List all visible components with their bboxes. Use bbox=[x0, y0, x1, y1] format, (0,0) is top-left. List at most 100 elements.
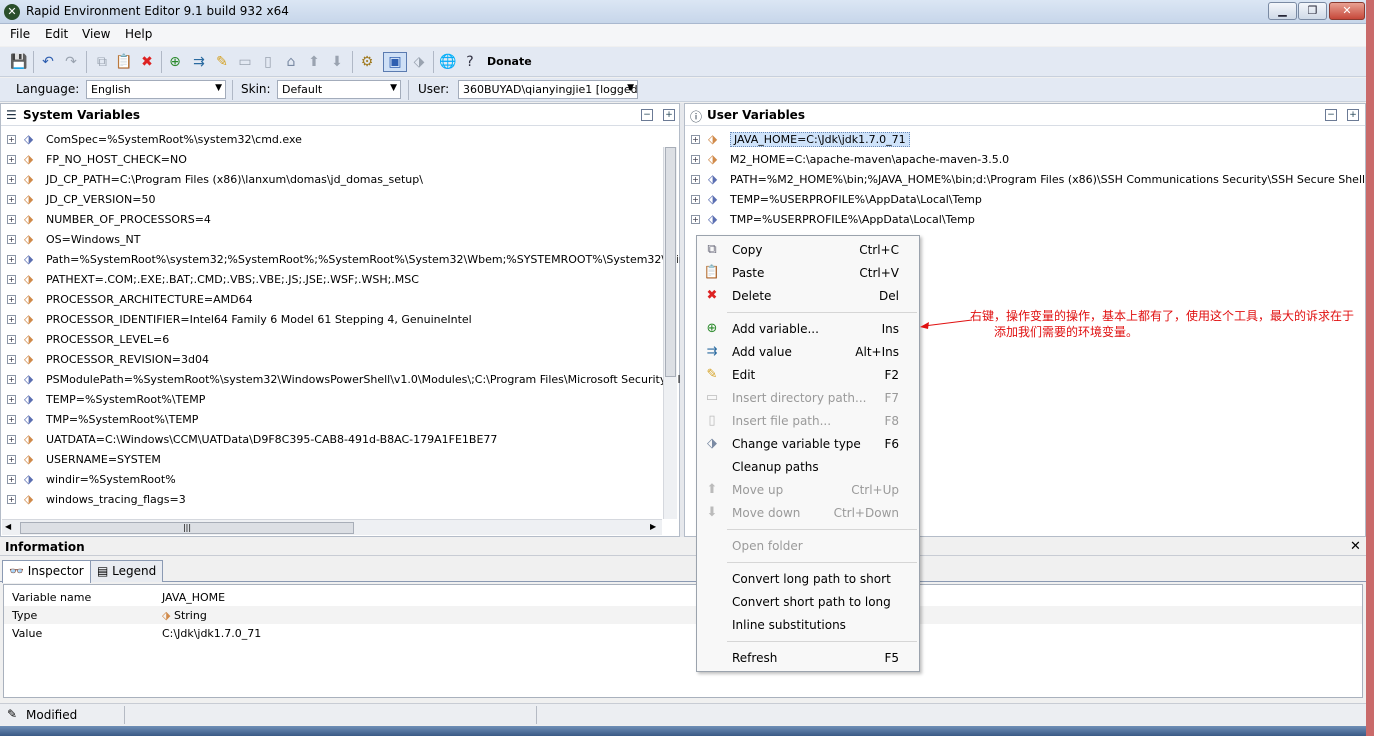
variable-row[interactable]: + ⬗ FP_NO_HOST_CHECK=NO bbox=[1, 150, 661, 170]
menu-item-inline-substitutions[interactable]: Inline substitutions bbox=[697, 614, 919, 637]
menu-item-insert-directory-path[interactable]: ▭ Insert directory path... F7 bbox=[697, 387, 919, 410]
menu-item-add-value[interactable]: ⇉ Add value Alt+Ins bbox=[697, 341, 919, 364]
close-icon[interactable]: ✕ bbox=[1350, 539, 1361, 554]
add-variable-icon[interactable]: ⊕ bbox=[165, 52, 185, 72]
label-icon[interactable]: ⬗ bbox=[409, 52, 429, 72]
arrow-up-icon[interactable]: ⬆ bbox=[304, 52, 324, 72]
menu-file[interactable]: File bbox=[10, 27, 30, 41]
scroll-right-icon[interactable]: ▶ bbox=[650, 522, 656, 531]
menu-view[interactable]: View bbox=[82, 27, 110, 41]
variable-row[interactable]: + ⬗ windir=%SystemRoot% bbox=[1, 470, 661, 490]
help-icon[interactable]: ? bbox=[460, 52, 480, 72]
scrollbar-thumb[interactable] bbox=[665, 147, 676, 377]
expand-icon[interactable]: + bbox=[7, 155, 16, 164]
expand-icon[interactable]: + bbox=[7, 455, 16, 464]
tag-icon[interactable]: ⌂ bbox=[281, 52, 301, 72]
expand-icon[interactable]: + bbox=[7, 435, 16, 444]
expand-icon[interactable]: + bbox=[691, 215, 700, 224]
variable-row[interactable]: + ⬗ OS=Windows_NT bbox=[1, 230, 661, 250]
expand-icon[interactable]: + bbox=[7, 255, 16, 264]
undo-icon[interactable]: ↶ bbox=[38, 52, 58, 72]
skin-select[interactable]: Default ▼ bbox=[277, 80, 401, 99]
gear-icon[interactable]: ⚙ bbox=[357, 52, 377, 72]
menu-item-paste[interactable]: 📋 Paste Ctrl+V bbox=[697, 262, 919, 285]
folder-icon[interactable]: ▭ bbox=[235, 52, 255, 72]
expand-icon[interactable]: + bbox=[7, 495, 16, 504]
expand-icon[interactable]: + bbox=[7, 395, 16, 404]
redo-icon[interactable]: ↷ bbox=[61, 52, 81, 72]
variable-row[interactable]: + ⬗ windows_tracing_flags=3 bbox=[1, 490, 661, 510]
variable-row[interactable]: + ⬗ PROCESSOR_LEVEL=6 bbox=[1, 330, 661, 350]
expand-icon[interactable]: + bbox=[7, 375, 16, 384]
menu-item-convert-long-path-to-short[interactable]: Convert long path to short bbox=[697, 568, 919, 591]
variable-row[interactable]: + ⬗ PROCESSOR_ARCHITECTURE=AMD64 bbox=[1, 290, 661, 310]
expand-icon[interactable]: + bbox=[7, 475, 16, 484]
variable-row[interactable]: + ⬗ UATDATA=C:\Windows\CCM\UATData\D9F8C39… bbox=[1, 430, 661, 450]
variable-row[interactable]: + ⬗ PATHEXT=.COM;.EXE;.BAT;.CMD;.VBS;.VBE;… bbox=[1, 270, 661, 290]
expand-icon[interactable]: + bbox=[7, 355, 16, 364]
expand-icon[interactable]: + bbox=[691, 135, 700, 144]
arrow-down-icon[interactable]: ⬇ bbox=[327, 52, 347, 72]
menu-item-refresh[interactable]: Refresh F5 bbox=[697, 647, 919, 670]
collapse-all-button[interactable]: − bbox=[641, 109, 653, 121]
expand-icon[interactable]: + bbox=[691, 155, 700, 164]
scroll-left-icon[interactable]: ◀ bbox=[5, 522, 11, 531]
expand-all-button[interactable]: + bbox=[1347, 109, 1359, 121]
menu-item-edit[interactable]: ✎ Edit F2 bbox=[697, 364, 919, 387]
variable-row[interactable]: + ⬗ TEMP=%SystemRoot%\TEMP bbox=[1, 390, 661, 410]
user-select[interactable]: 360BUYAD\qianyingjie1 [logged i ▼ bbox=[458, 80, 638, 99]
minimize-button[interactable]: ▁ bbox=[1268, 2, 1297, 20]
horizontal-scrollbar[interactable]: ◀ ||| ▶ bbox=[2, 519, 662, 535]
add-value-icon[interactable]: ⇉ bbox=[189, 52, 209, 72]
variable-row[interactable]: + ⬗ PSModulePath=%SystemRoot%\system32\Win… bbox=[1, 370, 739, 390]
variable-row[interactable]: + ⬗ PROCESSOR_REVISION=3d04 bbox=[1, 350, 661, 370]
expand-all-button[interactable]: + bbox=[663, 109, 675, 121]
variable-row[interactable]: + ⬗ JAVA_HOME=C:\Jdk\jdk1.7.0_71 bbox=[685, 130, 1355, 150]
menu-help[interactable]: Help bbox=[125, 27, 152, 41]
paste-icon[interactable]: 📋 bbox=[114, 52, 134, 72]
variable-row[interactable]: + ⬗ PATH=%M2_HOME%\bin;%JAVA_HOME%\bin;d:\… bbox=[685, 170, 1365, 190]
variable-row[interactable]: + ⬗ TEMP=%USERPROFILE%\AppData\Local\Temp bbox=[685, 190, 1355, 210]
web-icon[interactable]: 🌐 bbox=[438, 52, 458, 72]
variable-row[interactable]: + ⬗ PROCESSOR_IDENTIFIER=Intel64 Family 6 … bbox=[1, 310, 661, 330]
scrollbar-thumb[interactable]: ||| bbox=[20, 522, 354, 534]
menu-item-copy[interactable]: ⧉ Copy Ctrl+C bbox=[697, 239, 919, 262]
expand-icon[interactable]: + bbox=[7, 275, 16, 284]
menu-item-open-folder[interactable]: Open folder bbox=[697, 535, 919, 558]
menu-edit[interactable]: Edit bbox=[45, 27, 68, 41]
expand-icon[interactable]: + bbox=[7, 195, 16, 204]
expand-icon[interactable]: + bbox=[691, 195, 700, 204]
expand-icon[interactable]: + bbox=[7, 215, 16, 224]
menu-item-insert-file-path[interactable]: ▯ Insert file path... F8 bbox=[697, 410, 919, 433]
menu-item-move-down[interactable]: ⬇ Move down Ctrl+Down bbox=[697, 502, 919, 525]
expand-icon[interactable]: + bbox=[7, 235, 16, 244]
expand-icon[interactable]: + bbox=[7, 335, 16, 344]
variable-row[interactable]: + ⬗ TMP=%SystemRoot%\TEMP bbox=[1, 410, 661, 430]
variable-row[interactable]: + ⬗ ComSpec=%SystemRoot%\system32\cmd.exe bbox=[1, 130, 661, 150]
menu-item-move-up[interactable]: ⬆ Move up Ctrl+Up bbox=[697, 479, 919, 502]
donate-button[interactable]: Donate bbox=[487, 55, 532, 68]
menu-item-convert-short-path-to-long[interactable]: Convert short path to long bbox=[697, 591, 919, 614]
maximize-button[interactable]: ❐ bbox=[1298, 2, 1327, 20]
expand-icon[interactable]: + bbox=[7, 315, 16, 324]
file-icon[interactable]: ▯ bbox=[258, 52, 278, 72]
variable-row[interactable]: + ⬗ JD_CP_VERSION=50 bbox=[1, 190, 661, 210]
variable-row[interactable]: + ⬗ JD_CP_PATH=C:\Program Files (x86)\lanx… bbox=[1, 170, 661, 190]
save-icon[interactable]: 💾 bbox=[9, 52, 29, 72]
menu-item-change-variable-type[interactable]: ⬗ Change variable type F6 bbox=[697, 433, 919, 456]
variable-row[interactable]: + ⬗ NUMBER_OF_PROCESSORS=4 bbox=[1, 210, 661, 230]
variable-row[interactable]: + ⬗ USERNAME=SYSTEM bbox=[1, 450, 661, 470]
expand-icon[interactable]: + bbox=[7, 415, 16, 424]
expand-icon[interactable]: + bbox=[7, 135, 16, 144]
menu-item-add-variable[interactable]: ⊕ Add variable... Ins bbox=[697, 318, 919, 341]
close-window-button[interactable]: ✕ bbox=[1329, 2, 1365, 20]
variable-row[interactable]: + ⬗ M2_HOME=C:\apache-maven\apache-maven-3… bbox=[685, 150, 1355, 170]
expand-icon[interactable]: + bbox=[691, 175, 700, 184]
vertical-scrollbar[interactable] bbox=[663, 147, 677, 519]
menu-item-delete[interactable]: ✖ Delete Del bbox=[697, 285, 919, 308]
collapse-all-button[interactable]: − bbox=[1325, 109, 1337, 121]
expand-icon[interactable]: + bbox=[7, 295, 16, 304]
variable-row[interactable]: + ⬗ Path=%SystemRoot%\system32;%SystemRoot… bbox=[1, 250, 727, 270]
variable-row[interactable]: + ⬗ TMP=%USERPROFILE%\AppData\Local\Temp bbox=[685, 210, 1355, 230]
expand-icon[interactable]: + bbox=[7, 175, 16, 184]
